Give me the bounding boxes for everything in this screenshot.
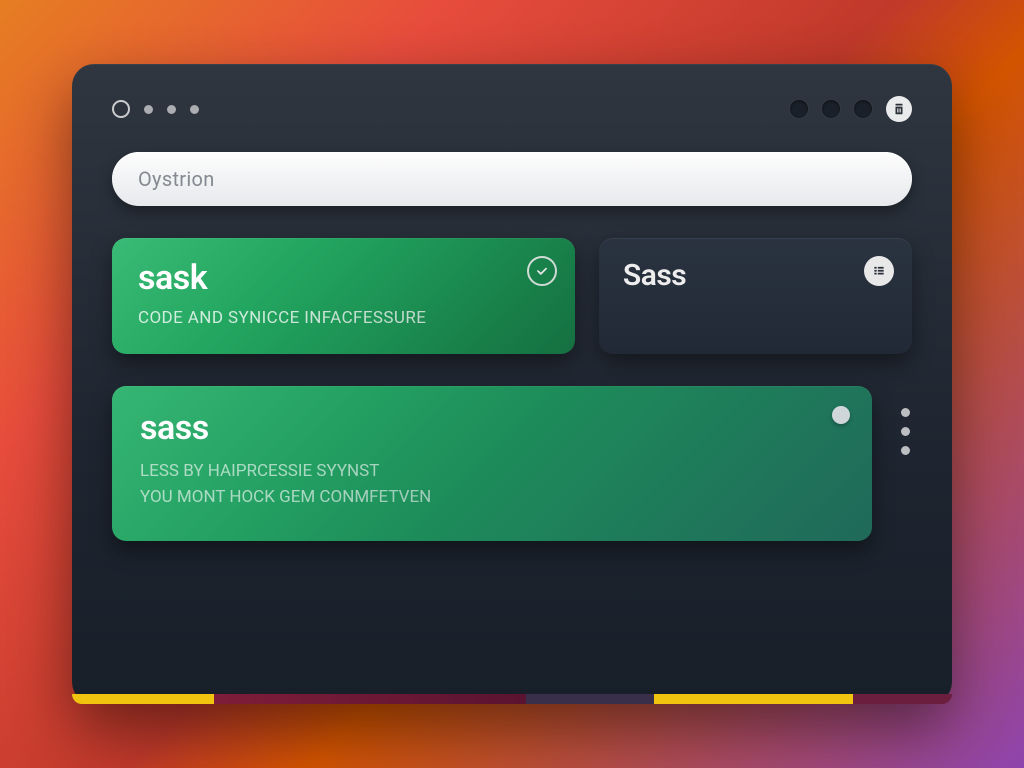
card-body-line: YOU MONT HOCK GEM CONMFETVEN [140, 484, 844, 510]
search-bar[interactable] [112, 152, 912, 206]
card-sask[interactable]: sask CODE AND SYNICCE INFACFESSURE [112, 238, 575, 354]
dot-icon [901, 408, 910, 417]
list-icon[interactable] [864, 256, 894, 286]
search-input[interactable] [138, 167, 886, 191]
window-controls-left [112, 100, 199, 118]
card-title: Sass [623, 258, 686, 293]
window-controls-right [790, 96, 912, 122]
titlebar-dot-icon[interactable] [854, 100, 872, 118]
more-menu-icon[interactable] [898, 386, 912, 455]
titlebar-dot-icon[interactable] [822, 100, 840, 118]
titlebar [112, 92, 912, 126]
card-body: LESS BY HAIPRCESSIE SYYNST YOU MONT HOCK… [140, 458, 844, 511]
window-dot-icon[interactable] [167, 105, 176, 114]
check-circle-icon[interactable] [527, 256, 557, 286]
window-dot-icon[interactable] [144, 105, 153, 114]
card-subtitle: CODE AND SYNICCE INFACFESSURE [138, 308, 549, 328]
card-sass-small[interactable]: Sass [599, 238, 912, 354]
window-control-ring-icon[interactable] [112, 100, 130, 118]
card-title: sass [140, 408, 844, 448]
status-dot-icon[interactable] [832, 406, 850, 424]
dot-icon [901, 427, 910, 436]
app-window: sask CODE AND SYNICCE INFACFESSURE Sass … [72, 64, 952, 704]
titlebar-dot-icon[interactable] [790, 100, 808, 118]
cards-row-1: sask CODE AND SYNICCE INFACFESSURE Sass [112, 238, 912, 354]
cards-row-2: sass LESS BY HAIPRCESSIE SYYNST YOU MONT… [112, 386, 912, 541]
window-accent-bar [72, 694, 952, 704]
dot-icon [901, 446, 910, 455]
card-body-line: LESS BY HAIPRCESSIE SYYNST [140, 458, 844, 484]
card-title: sask [138, 258, 549, 298]
window-dot-icon[interactable] [190, 105, 199, 114]
titlebar-action-icon[interactable] [886, 96, 912, 122]
card-sass-large[interactable]: sass LESS BY HAIPRCESSIE SYYNST YOU MONT… [112, 386, 872, 541]
